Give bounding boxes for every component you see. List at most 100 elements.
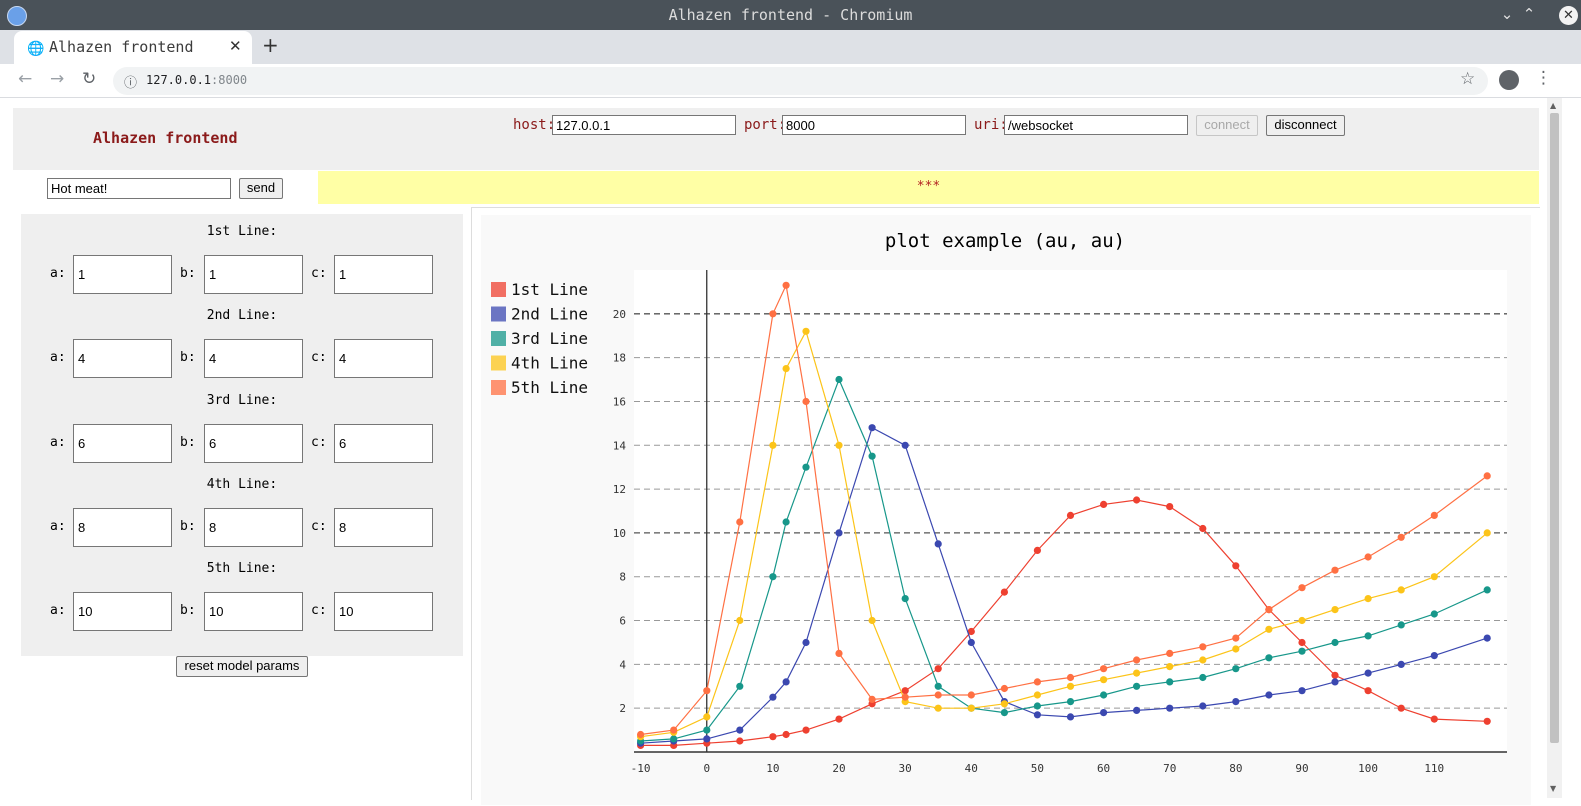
param-a-input[interactable] bbox=[73, 255, 172, 294]
data-point bbox=[802, 638, 810, 647]
address-url: 127.0.0.1:8000 bbox=[146, 73, 247, 87]
back-icon[interactable]: ← bbox=[18, 69, 32, 89]
param-a-label: a: bbox=[50, 350, 66, 366]
data-point bbox=[1066, 682, 1075, 690]
data-point bbox=[1298, 616, 1306, 625]
forward-icon[interactable]: → bbox=[50, 69, 64, 89]
param-a-input[interactable] bbox=[73, 339, 172, 379]
info-icon[interactable]: ⓘ bbox=[124, 72, 137, 91]
menu-icon[interactable]: ⋮ bbox=[1535, 68, 1552, 88]
data-point bbox=[1430, 652, 1438, 660]
line-chart: plot example (au, au) 2 4 6 8 10 12 14 16 18 20 -10… bbox=[491, 230, 1507, 775]
data-point bbox=[1430, 715, 1438, 723]
data-point bbox=[1364, 595, 1372, 603]
scroll-up-icon[interactable]: ▲ bbox=[1550, 101, 1556, 110]
message-input[interactable] bbox=[47, 178, 231, 199]
data-point bbox=[703, 726, 711, 734]
y-tick-label: 8 bbox=[619, 571, 626, 584]
minimize-icon[interactable]: ⌄ bbox=[1497, 4, 1517, 24]
data-point bbox=[1397, 533, 1405, 541]
data-point bbox=[868, 695, 876, 703]
legend-label: 2nd Line bbox=[511, 305, 588, 324]
data-point bbox=[901, 441, 909, 449]
param-b-input[interactable] bbox=[204, 339, 303, 379]
data-point bbox=[703, 713, 711, 721]
host-input[interactable] bbox=[552, 115, 736, 135]
maximize-icon[interactable]: ⌃ bbox=[1519, 4, 1539, 24]
param-c-label: c: bbox=[311, 434, 327, 450]
data-point bbox=[1265, 606, 1273, 614]
tab-close-icon[interactable]: ✕ bbox=[229, 37, 242, 55]
scroll-down-icon[interactable]: ▼ bbox=[1550, 784, 1556, 793]
reload-icon[interactable]: ↻ bbox=[82, 69, 96, 89]
param-a-input[interactable] bbox=[73, 507, 172, 547]
data-point bbox=[1483, 634, 1491, 642]
param-b-input[interactable] bbox=[204, 423, 303, 463]
data-point bbox=[1331, 671, 1339, 679]
param-c-input[interactable] bbox=[334, 507, 433, 547]
line-heading: 2nd Line: bbox=[206, 308, 278, 324]
param-b-input[interactable] bbox=[204, 507, 303, 547]
data-point bbox=[736, 737, 744, 745]
scrollbar-thumb[interactable] bbox=[1550, 113, 1559, 743]
data-point bbox=[835, 529, 843, 537]
send-button[interactable]: send bbox=[239, 178, 283, 199]
port-label: port: bbox=[744, 117, 787, 133]
legend-label: 3rd Line bbox=[511, 329, 588, 348]
address-bar[interactable]: ⓘ 127.0.0.1:8000 bbox=[113, 67, 1488, 95]
vertical-scrollbar[interactable] bbox=[1547, 98, 1562, 798]
param-c-input[interactable] bbox=[334, 423, 433, 463]
connect-button[interactable]: connect bbox=[1196, 115, 1258, 136]
profile-avatar-icon[interactable] bbox=[1499, 70, 1519, 90]
param-a-label: a: bbox=[50, 603, 66, 619]
data-point bbox=[1100, 709, 1108, 717]
x-tick-label: -10 bbox=[631, 762, 651, 775]
param-b-input[interactable] bbox=[204, 255, 303, 294]
new-tab-icon[interactable]: + bbox=[262, 33, 279, 57]
data-point bbox=[1331, 678, 1339, 686]
param-c-input[interactable] bbox=[334, 255, 433, 294]
globe-icon: 🌐 bbox=[27, 41, 45, 57]
data-point bbox=[670, 726, 678, 734]
y-tick-label: 16 bbox=[613, 395, 626, 408]
close-window-icon[interactable]: ✕ bbox=[1559, 6, 1578, 25]
data-point bbox=[967, 638, 975, 647]
data-point bbox=[1199, 643, 1207, 651]
bookmark-star-icon[interactable]: ☆ bbox=[1460, 69, 1475, 89]
data-point bbox=[1033, 678, 1041, 686]
uri-input[interactable] bbox=[1004, 115, 1188, 135]
x-tick-label: 70 bbox=[1163, 762, 1176, 775]
legend-label: 5th Line bbox=[511, 378, 588, 397]
param-a-input[interactable] bbox=[73, 423, 172, 463]
param-c-input[interactable] bbox=[334, 339, 433, 379]
disconnect-button[interactable]: disconnect bbox=[1266, 115, 1345, 136]
chart-title: plot example (au, au) bbox=[885, 230, 1125, 252]
reset-model-params-button[interactable]: reset model params bbox=[176, 656, 308, 677]
port-input[interactable] bbox=[782, 115, 966, 135]
browser-tab[interactable]: 🌐 Alhazen frontend ✕ bbox=[14, 31, 252, 64]
data-point bbox=[901, 693, 909, 701]
x-tick-label: 110 bbox=[1424, 762, 1444, 775]
data-point bbox=[1298, 647, 1306, 655]
param-a-input[interactable] bbox=[73, 592, 172, 632]
data-point bbox=[1000, 588, 1009, 596]
data-point bbox=[1232, 645, 1240, 653]
data-point bbox=[1100, 676, 1108, 684]
data-point bbox=[1033, 702, 1041, 710]
param-c-label: c: bbox=[311, 603, 327, 619]
param-c-label: c: bbox=[311, 266, 327, 281]
data-point bbox=[782, 518, 790, 526]
x-tick-label: 100 bbox=[1358, 762, 1378, 775]
param-c-input[interactable] bbox=[334, 592, 433, 632]
data-point bbox=[868, 616, 876, 625]
data-point bbox=[901, 687, 909, 695]
param-b-input[interactable] bbox=[204, 592, 303, 632]
tab-title: Alhazen frontend bbox=[49, 38, 194, 56]
data-point bbox=[1133, 706, 1141, 714]
x-tick-label: 90 bbox=[1295, 762, 1308, 775]
data-point bbox=[1133, 496, 1141, 504]
legend-label: 4th Line bbox=[511, 354, 588, 373]
data-point bbox=[1265, 625, 1273, 633]
data-point bbox=[802, 397, 810, 406]
param-b-label: b: bbox=[180, 434, 196, 450]
